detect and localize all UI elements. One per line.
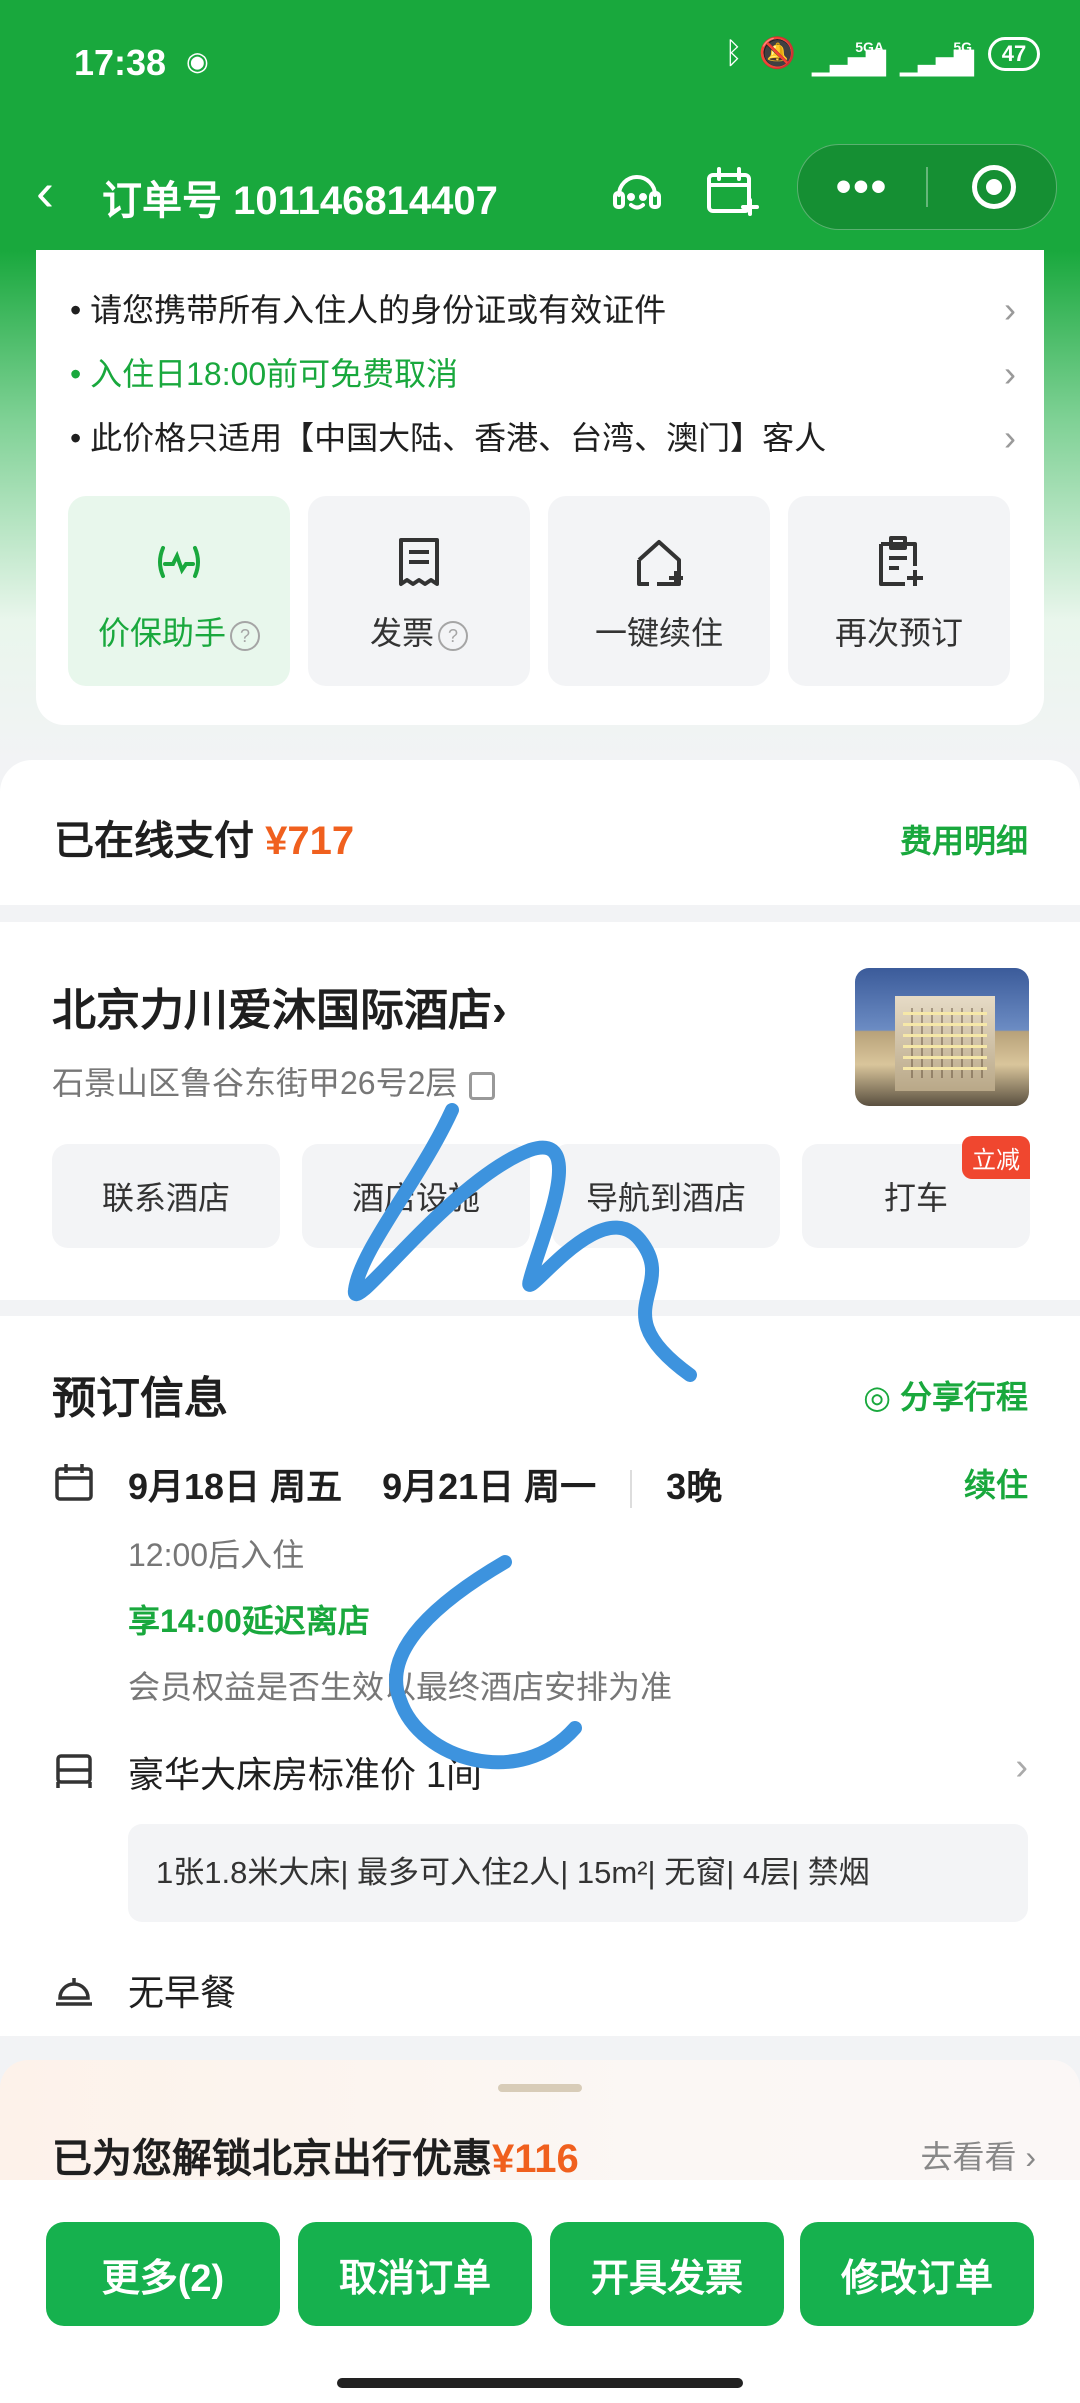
- late-checkout: 享14:00延迟离店: [128, 1603, 370, 1639]
- customer-service-icon[interactable]: [602, 158, 672, 228]
- room-detail: 1张1.8米大床| 最多可入住2人| 15m²| 无窗| 4层| 禁烟: [128, 1824, 1028, 1922]
- issue-invoice-button[interactable]: 开具发票: [550, 2222, 784, 2326]
- room-type[interactable]: 豪华大床房标准价 1间: [128, 1746, 482, 1798]
- share-trip-button[interactable]: ◎ 分享行程: [863, 1372, 1028, 1418]
- discount-badge: 立减: [962, 1136, 1030, 1179]
- bed-icon: [56, 1754, 92, 1788]
- price-protect-button[interactable]: 价保助手?: [68, 496, 290, 686]
- copy-icon[interactable]: [469, 1071, 496, 1100]
- meal-info: 无早餐: [128, 1972, 237, 2013]
- more-dots-icon[interactable]: •••: [798, 145, 926, 229]
- payment-card: 已在线支付 ¥717 费用明细: [0, 760, 1080, 905]
- hotel-card: 北京力川爱沐国际酒店› 石景山区鲁谷东街甲26号2层 联系酒店 酒店设施 导航到…: [0, 922, 1080, 1300]
- price-protect-icon: [68, 534, 290, 590]
- chevron-right-icon: ›: [1004, 417, 1016, 458]
- house-plus-icon: [548, 534, 770, 590]
- invoice-button[interactable]: 发票?: [308, 496, 530, 686]
- bluetooth-icon: ᛒ: [724, 36, 743, 70]
- cancel-order-button[interactable]: 取消订单: [298, 2222, 532, 2326]
- close-target-icon[interactable]: [972, 165, 1016, 209]
- drag-handle[interactable]: [498, 2084, 582, 2092]
- calendar-icon: [55, 1464, 93, 1501]
- member-note: 会员权益是否生效以最终酒店安排为准: [128, 1669, 673, 1705]
- alarm-icon: ◉: [186, 46, 209, 76]
- action-bar: 更多(2) 取消订单 开具发票 修改订单: [0, 2180, 1080, 2403]
- section-title: 预订信息: [52, 1374, 228, 1423]
- contact-hotel-button[interactable]: 联系酒店: [52, 1144, 280, 1248]
- chevron-right-icon: ›: [492, 986, 507, 1035]
- invoice-icon: [308, 534, 530, 590]
- back-arrow-icon[interactable]: ‹: [36, 162, 54, 222]
- status-time: 17:38: [74, 42, 167, 83]
- calendar-add-icon[interactable]: [696, 158, 766, 228]
- extend-stay-button[interactable]: 一键续住: [548, 496, 770, 686]
- wechat-icon: ◎: [863, 1379, 892, 1415]
- order-number-title: 订单号 101146814407: [102, 179, 498, 223]
- notice-item[interactable]: • 入住日18:00前可免费取消 ›: [70, 352, 1040, 396]
- help-icon[interactable]: ?: [230, 620, 260, 651]
- signal-icon: 5G ▁▃▅▇: [900, 38, 974, 76]
- fee-detail-link[interactable]: 费用明细: [900, 816, 1028, 862]
- promo-amount: ¥116: [492, 2137, 579, 2181]
- home-indicator[interactable]: [337, 2378, 743, 2388]
- battery-icon: 47: [988, 36, 1040, 71]
- navigate-hotel-button[interactable]: 导航到酒店: [552, 1144, 780, 1248]
- notice-card: • 请您携带所有入住人的身份证或有效证件 › • 入住日18:00前可免费取消 › …: [36, 250, 1044, 725]
- notice-item[interactable]: • 请您携带所有入住人的身份证或有效证件 ›: [70, 288, 1040, 332]
- miniprogram-capsule: •••: [797, 144, 1057, 230]
- hotel-photo[interactable]: [855, 968, 1029, 1106]
- rebook-icon: [788, 534, 1010, 590]
- mute-bell-icon: 🔕: [758, 37, 797, 70]
- extend-stay-link[interactable]: 续住: [964, 1460, 1028, 1506]
- hotel-address: 石景山区鲁谷东街甲26号2层: [52, 1058, 496, 1104]
- hotel-name[interactable]: 北京力川爱沐国际酒店›: [52, 974, 507, 1038]
- rebook-button[interactable]: 再次预订: [788, 496, 1010, 686]
- help-icon[interactable]: ?: [438, 620, 468, 651]
- modify-order-button[interactable]: 修改订单: [800, 2222, 1034, 2326]
- status-bar: 17:38 ◉ ᛒ 🔕 5GA ▁▃▅▇ 5G ▁▃▅▇ 47: [0, 0, 1080, 130]
- hotel-facilities-button[interactable]: 酒店设施: [302, 1144, 530, 1248]
- chevron-right-icon: ›: [1004, 289, 1016, 330]
- chevron-right-icon: ›: [1004, 353, 1016, 394]
- chevron-right-icon[interactable]: ›: [1015, 1746, 1028, 1789]
- nav-bar: ‹ 订单号 101146814407 •••: [0, 140, 1080, 250]
- booking-info-card: 预订信息 ◎ 分享行程 9月18日 周五 9月21日 周一 3晚 续住 12:00…: [0, 1316, 1080, 2036]
- taxi-button[interactable]: 打车 立减: [802, 1136, 1030, 1248]
- notice-item[interactable]: • 此价格只适用【中国大陆、香港、台湾、澳门】客人 ›: [70, 416, 1040, 460]
- meal-dome-icon: [56, 1978, 92, 2006]
- more-button[interactable]: 更多(2): [46, 2222, 280, 2326]
- signal-icon: 5GA ▁▃▅▇: [812, 38, 886, 76]
- checkin-time: 12:00后入住: [128, 1537, 305, 1573]
- promo-link[interactable]: 去看看 ›: [920, 2132, 1036, 2178]
- stay-dates: 9月18日 周五 9月21日 周一 3晚: [128, 1466, 723, 1509]
- paid-amount: ¥717: [265, 819, 355, 863]
